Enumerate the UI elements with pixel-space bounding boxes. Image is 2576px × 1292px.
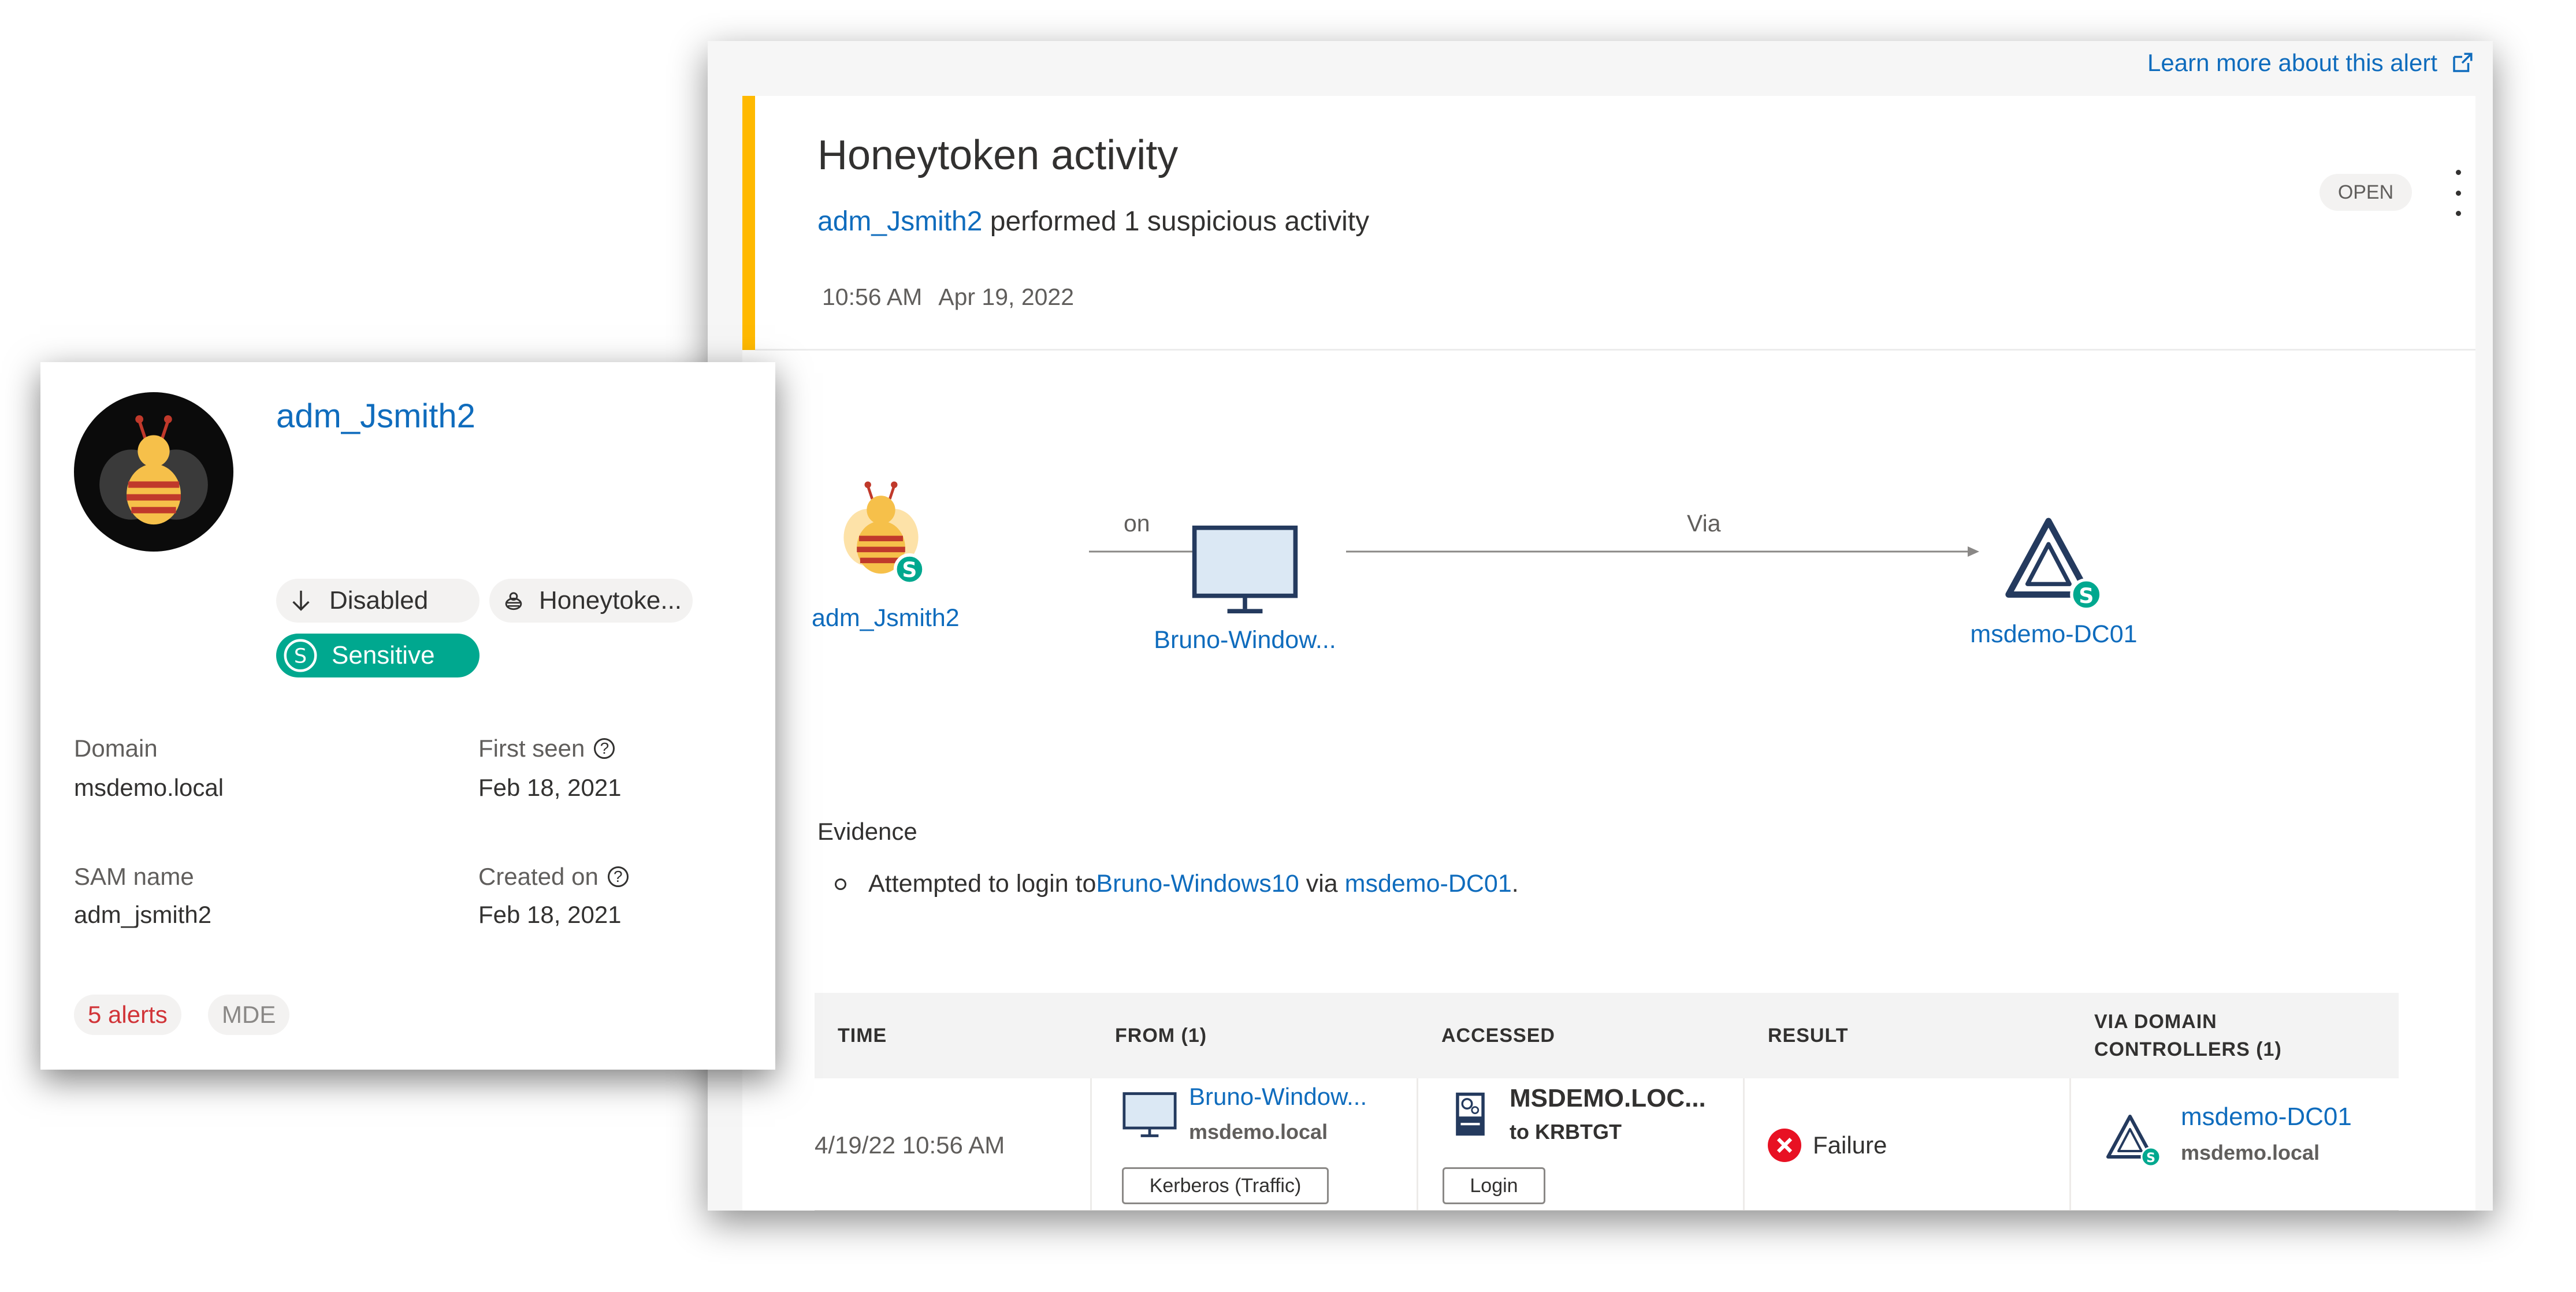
from-device-link[interactable]: Bruno-Window...: [1189, 1083, 1367, 1111]
monitor-icon: [1122, 1092, 1177, 1137]
sam-label: SAM name: [74, 863, 194, 891]
alert-time: 10:56 AM: [822, 284, 923, 310]
help-icon[interactable]: ?: [607, 866, 629, 887]
alert-card: Honeytoken activity adm_Jsmith2 performe…: [742, 96, 2475, 1211]
graph-user-label: adm_Jsmith2: [812, 604, 960, 632]
column-header-time[interactable]: TIME: [815, 993, 1092, 1078]
monitor-icon: [1192, 526, 1298, 613]
alert-user-link[interactable]: adm_Jsmith2: [817, 206, 982, 237]
tag-disabled[interactable]: Disabled: [276, 579, 479, 623]
svg-text:S: S: [294, 645, 307, 668]
cell-time: 4/19/22 10:56 AM: [815, 1078, 1092, 1210]
accessed-sub: to KRBTGT: [1510, 1120, 1622, 1144]
graph-dc-label: msdemo-DC01: [1970, 620, 2138, 648]
mde-pill[interactable]: MDE: [208, 995, 290, 1035]
alerts-pill[interactable]: 5 alerts: [74, 995, 181, 1035]
column-header-result[interactable]: RESULT: [1745, 993, 2071, 1078]
column-header-from[interactable]: FROM (1): [1092, 993, 1418, 1078]
honeytoken-icon: [505, 592, 522, 610]
cell-accessed: MSDEMO.LOC... to KRBTGT Login: [1418, 1078, 1745, 1210]
alert-title: Honeytoken activity: [817, 132, 1179, 178]
external-link-icon: [2453, 53, 2473, 72]
failure-x-icon: [1768, 1129, 1801, 1162]
row-time: 4/19/22 10:56 AM: [815, 1131, 1005, 1159]
domain-label: Domain: [74, 735, 158, 762]
accessed-resource: MSDEMO.LOC...: [1510, 1084, 1706, 1112]
header-divider: [755, 349, 2475, 351]
edge-label-via: Via: [1687, 510, 1721, 537]
first-seen-label: First seen ?: [478, 735, 615, 762]
tag-sensitive-label: Sensitive: [332, 641, 435, 669]
from-domain: msdemo.local: [1189, 1120, 1328, 1144]
alert-subtitle-text: performed 1 suspicious activity: [982, 206, 1370, 237]
alert-timestamp: 10:56 AM Apr 19, 2022: [822, 284, 1074, 311]
user-card: adm_Jsmith2 Disabled Honeytoke... S Sens…: [40, 362, 775, 1070]
tag-honeytoken-label: Honeytoke...: [539, 586, 682, 615]
domain-label-text: Domain: [74, 735, 158, 762]
bullet-icon: [835, 878, 846, 890]
svg-text:S: S: [2146, 1151, 2155, 1166]
evidence-middle: via: [1299, 870, 1345, 898]
alert-date: Apr 19, 2022: [938, 284, 1075, 310]
evidence-via-link[interactable]: msdemo-DC01: [1345, 870, 1512, 898]
evidence-suffix: .: [1511, 870, 1519, 898]
server-icon: [1456, 1092, 1485, 1136]
first-seen-label-text: First seen: [478, 735, 585, 762]
domain-controller-icon: S: [2106, 1115, 2161, 1167]
domain-controller-icon: S: [2005, 517, 2103, 611]
cell-via: S msdemo-DC01 msdemo.local: [2071, 1078, 2399, 1210]
sensitive-s-icon: S: [284, 639, 317, 672]
bee-user-icon: [99, 415, 208, 525]
alert-subtitle: adm_Jsmith2 performed 1 suspicious activ…: [817, 206, 1369, 237]
avatar: [74, 392, 233, 552]
via-dc-link[interactable]: msdemo-DC01: [2181, 1103, 2352, 1131]
graph-node-user[interactable]: S adm_Jsmith2: [812, 477, 960, 632]
login-chip[interactable]: Login: [1443, 1167, 1545, 1204]
svg-text:S: S: [902, 558, 917, 582]
domain-value: msdemo.local: [74, 774, 224, 801]
graph-node-device[interactable]: Bruno-Window...: [1141, 523, 1349, 654]
more-vertical-icon[interactable]: [2447, 170, 2470, 216]
severity-stripe: [742, 96, 755, 350]
created-label-text: Created on: [478, 863, 599, 890]
bee-user-icon: S: [843, 481, 925, 586]
column-header-via[interactable]: VIA DOMAIN CONTROLLERS (1): [2071, 993, 2399, 1078]
sam-value: adm_jsmith2: [74, 901, 212, 928]
evidence-target-link[interactable]: Bruno-Windows10: [1096, 870, 1299, 898]
table-header: TIME FROM (1) ACCESSED RESULT VIA DOMAIN…: [815, 993, 2399, 1078]
evidence-table: TIME FROM (1) ACCESSED RESULT VIA DOMAIN…: [815, 993, 2399, 1211]
created-label: Created on ?: [478, 863, 629, 891]
arrow-down-icon: [292, 590, 310, 611]
cell-result: Failure: [1745, 1078, 2071, 1210]
column-header-accessed[interactable]: ACCESSED: [1418, 993, 1745, 1078]
first-seen-value: Feb 18, 2021: [478, 774, 622, 801]
cell-from: Bruno-Window... msdemo.local Kerberos (T…: [1092, 1078, 1418, 1210]
created-value: Feb 18, 2021: [478, 901, 622, 928]
learn-more-link[interactable]: Learn more about this alert: [2147, 49, 2474, 77]
learn-more-label: Learn more about this alert: [2147, 49, 2437, 76]
evidence-heading: Evidence: [817, 818, 917, 845]
alert-panel: Learn more about this alert Honeytoken a…: [708, 41, 2493, 1211]
evidence-item: Attempted to login to Bruno-Windows10 vi…: [835, 870, 1519, 898]
sam-label-text: SAM name: [74, 863, 194, 890]
tag-disabled-label: Disabled: [329, 586, 429, 615]
user-name-link[interactable]: adm_Jsmith2: [276, 397, 475, 435]
evidence-prefix: Attempted to login to: [868, 870, 1096, 898]
result-text: Failure: [1813, 1131, 1887, 1159]
graph-node-dc[interactable]: S msdemo-DC01: [1950, 515, 2158, 649]
help-icon[interactable]: ?: [594, 738, 615, 759]
graph-device-label: Bruno-Window...: [1154, 626, 1336, 654]
status-badge: OPEN: [2319, 174, 2412, 211]
tag-honeytoken[interactable]: Honeytoke...: [489, 579, 693, 623]
svg-text:S: S: [2079, 583, 2094, 608]
via-domain: msdemo.local: [2181, 1141, 2320, 1164]
table-row[interactable]: 4/19/22 10:56 AM Bruno-Window... msdemo.…: [815, 1078, 2399, 1211]
protocol-chip[interactable]: Kerberos (Traffic): [1122, 1167, 1329, 1204]
tag-sensitive[interactable]: S Sensitive: [276, 634, 479, 677]
arrow-right-icon: [1346, 546, 1979, 557]
